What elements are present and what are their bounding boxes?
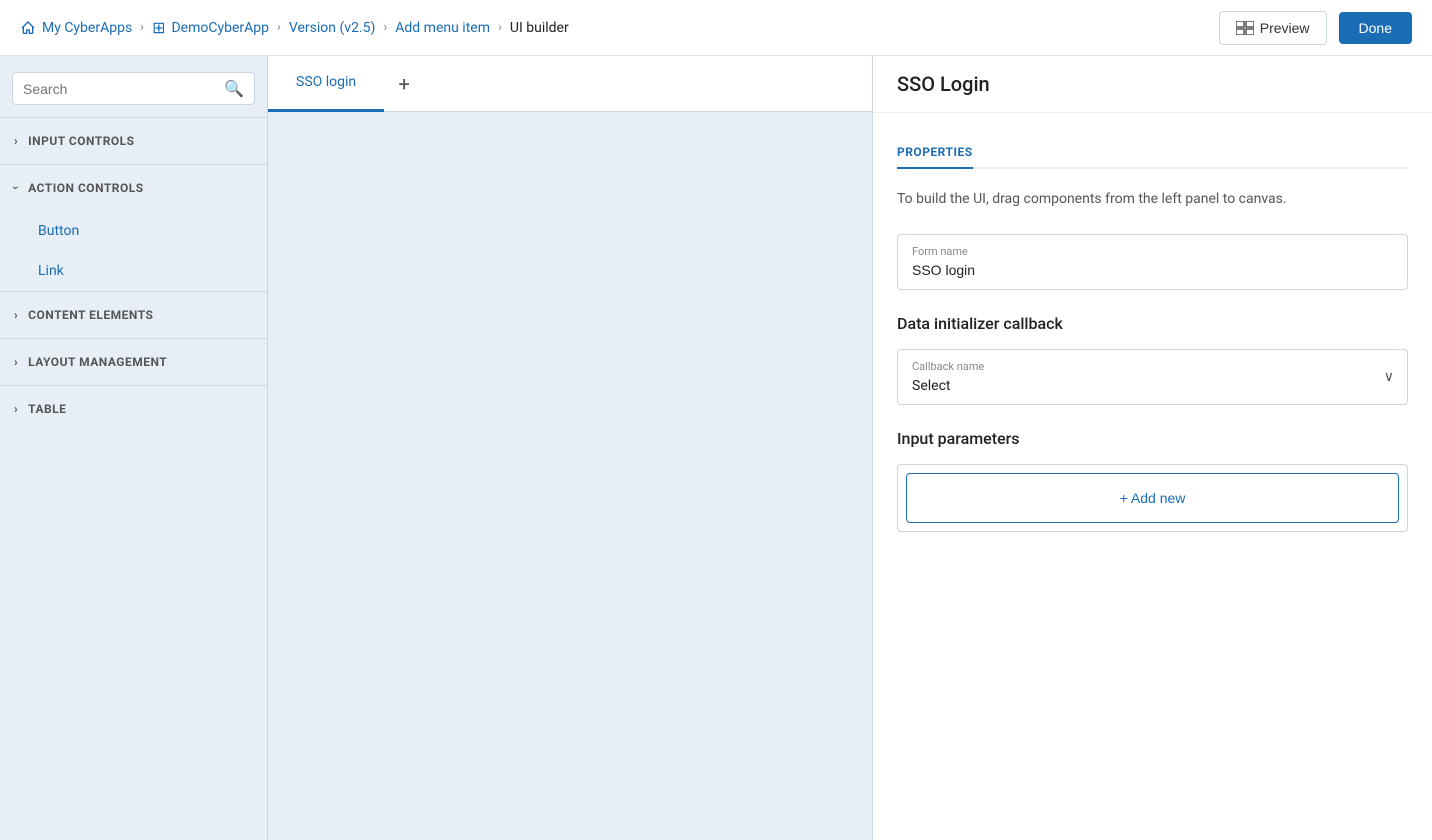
left-sidebar: 🔍 › INPUT CONTROLS › ACTION CONTROLS But… [0,56,268,840]
action-controls-header[interactable]: › ACTION CONTROLS [0,165,267,211]
nav-chevron-4: › [498,20,502,35]
nav-app[interactable]: ⊞ DemoCyberApp [152,18,269,37]
data-initializer-title: Data initializer callback [897,314,1408,333]
form-name-input[interactable] [912,262,1393,278]
layout-management-header[interactable]: › LAYOUT MANAGEMENT [0,339,267,385]
section-content-elements: › CONTENT ELEMENTS [0,291,267,338]
form-name-label: Form name [912,245,1393,258]
search-icon[interactable]: 🔍 [224,79,244,98]
right-panel-header: SSO Login [873,56,1432,113]
callback-select-wrapper: Callback name Select ∨ [897,349,1408,405]
input-parameters-group: Input parameters + Add new [897,429,1408,532]
section-table: › TABLE [0,385,267,432]
input-params-container: + Add new [897,464,1408,532]
help-text: To build the UI, drag components from th… [897,189,1408,210]
section-action-controls: › ACTION CONTROLS Button Link [0,164,267,291]
chevron-down-icon: › [9,186,23,190]
search-input[interactable] [23,81,224,97]
right-panel-body: PROPERTIES To build the UI, drag compone… [873,113,1432,840]
main-layout: 🔍 › INPUT CONTROLS › ACTION CONTROLS But… [0,56,1432,840]
section-input-controls: › INPUT CONTROLS [0,117,267,164]
top-navigation: My CyberApps › ⊞ DemoCyberApp › Version … [0,0,1432,56]
canvas-area: SSO login + [268,56,872,840]
nav-version[interactable]: Version (v2.5) [289,20,375,36]
section-layout-management: › LAYOUT MANAGEMENT [0,338,267,385]
nav-current: UI builder [510,20,569,36]
table-header[interactable]: › TABLE [0,386,267,432]
table-icon [1236,21,1254,35]
add-new-button[interactable]: + Add new [906,473,1399,523]
content-elements-header[interactable]: › CONTENT ELEMENTS [0,292,267,338]
chevron-right-icon: › [14,134,18,148]
nav-chevron-1: › [140,20,144,35]
preview-button[interactable]: Preview [1219,11,1327,45]
input-parameters-title: Input parameters [897,429,1408,448]
chevron-right-icon-3: › [14,355,18,369]
callback-value: Select [912,378,950,394]
chevron-right-icon-2: › [14,308,18,322]
form-name-group: Form name [897,234,1408,290]
done-button[interactable]: Done [1339,12,1412,44]
data-initializer-group: Data initializer callback Callback name … [897,314,1408,405]
sidebar-item-link[interactable]: Link [0,251,267,291]
nav-chevron-3: › [383,20,387,35]
grid-icon: ⊞ [152,18,165,37]
input-controls-header[interactable]: › INPUT CONTROLS [0,118,267,164]
tab-properties[interactable]: PROPERTIES [897,137,973,169]
nav-menu-item[interactable]: Add menu item [395,20,490,36]
search-bar: 🔍 [12,72,255,105]
add-tab-button[interactable]: + [384,56,424,112]
callback-label: Callback name [912,360,1393,373]
chevron-right-icon-4: › [14,402,18,416]
home-icon [20,20,36,36]
nav-chevron-2: › [277,20,281,35]
canvas-tab-sso[interactable]: SSO login [268,56,384,112]
panel-title: SSO Login [897,72,990,96]
canvas-tabs: SSO login + [268,56,872,112]
canvas-content [268,112,872,840]
form-name-field: Form name [897,234,1408,290]
right-panel: SSO Login PROPERTIES To build the UI, dr… [872,56,1432,840]
sidebar-item-button[interactable]: Button [0,211,267,251]
properties-tabs: PROPERTIES [897,137,1408,169]
action-controls-items: Button Link [0,211,267,291]
callback-field[interactable]: Callback name Select [897,349,1408,405]
nav-home[interactable]: My CyberApps [20,20,132,36]
